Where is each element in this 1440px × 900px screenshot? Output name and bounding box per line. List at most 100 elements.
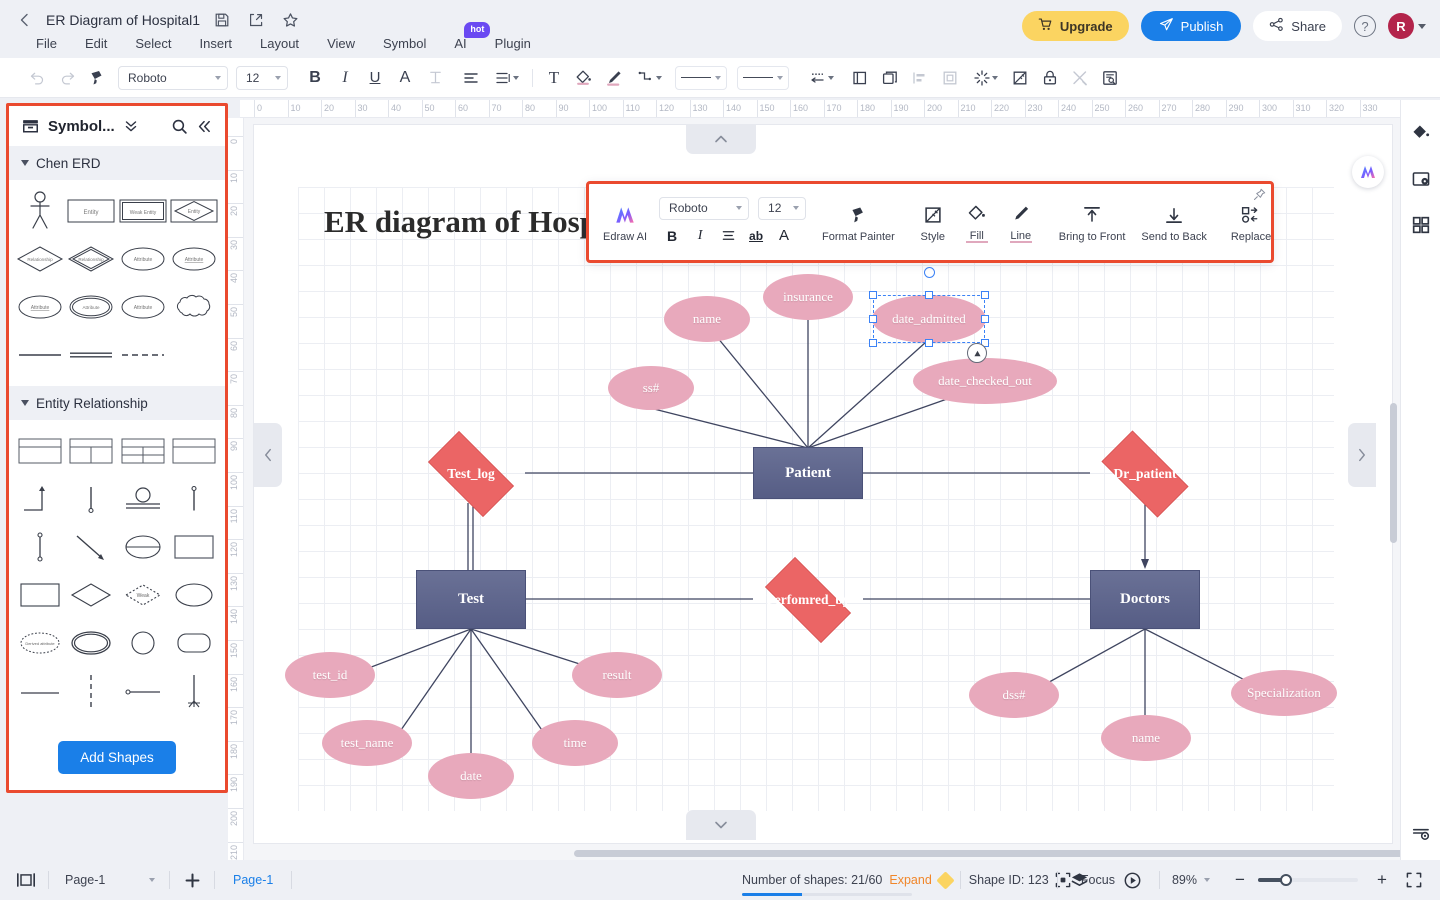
relationship-perfomred-by[interactable]: Perfomred_by	[752, 557, 864, 643]
menu-item-ai[interactable]: AI hot	[440, 22, 491, 54]
menu-item-layout[interactable]: Layout	[246, 33, 313, 54]
attribute-name-doctors[interactable]: name	[1101, 715, 1191, 761]
theme-icon[interactable]	[1005, 64, 1035, 92]
align-left-icon[interactable]	[456, 64, 486, 92]
shape-plain-line[interactable]	[15, 668, 65, 714]
align-objects-icon[interactable]	[905, 64, 935, 92]
present-play-icon[interactable]	[1119, 868, 1147, 892]
attribute-specialization[interactable]: Specialization	[1231, 670, 1337, 716]
line-spacing-icon[interactable]	[486, 64, 526, 92]
duplicate-icon[interactable]	[875, 64, 905, 92]
connector-icon[interactable]	[629, 64, 669, 92]
attribute-dss-number[interactable]: dss#	[969, 672, 1059, 718]
export-icon[interactable]	[244, 8, 268, 32]
back-chevron-icon[interactable]	[14, 9, 36, 31]
line-button[interactable]: Line	[999, 188, 1043, 256]
entity-doctors[interactable]: Doctors	[1090, 570, 1200, 629]
underline-button[interactable]: U	[360, 64, 390, 92]
search-icon[interactable]	[171, 118, 188, 135]
document-title[interactable]: ER Diagram of Hospital1	[46, 12, 200, 28]
publish-button[interactable]: Publish	[1140, 11, 1242, 41]
canvas-nav-left[interactable]	[254, 423, 282, 487]
shape-table-split[interactable]	[67, 428, 117, 474]
canvas-nav-right[interactable]	[1348, 423, 1376, 487]
attribute-name-patient[interactable]: name	[664, 296, 750, 342]
add-shapes-button[interactable]: Add Shapes	[58, 741, 176, 774]
selection-handle-n[interactable]	[925, 291, 933, 299]
section-chen-erd[interactable]: Chen ERD	[9, 146, 225, 180]
shape-multivalued-attribute-ellipse[interactable]: Attribute	[67, 284, 117, 330]
shape-circle[interactable]	[118, 620, 168, 666]
selection-handle-sw[interactable]	[869, 339, 877, 347]
horizontal-scrollbar[interactable]	[574, 850, 1400, 857]
shape-crowsfoot-line[interactable]	[170, 668, 220, 714]
menu-item-symbol[interactable]: Symbol	[369, 33, 440, 54]
shape-line-circle-top[interactable]	[170, 476, 220, 522]
shape-line-circle-end[interactable]	[67, 476, 117, 522]
attribute-result[interactable]: result	[572, 652, 662, 698]
canvas-nav-down[interactable]	[686, 810, 756, 840]
italic-button[interactable]: I	[330, 64, 360, 92]
star-icon[interactable]	[278, 8, 302, 32]
effects-icon[interactable]	[965, 64, 1005, 92]
attribute-ss-number[interactable]: ss#	[608, 366, 694, 410]
shape-action-button[interactable]	[967, 343, 987, 363]
shape-entity-rect[interactable]: Entity	[67, 188, 117, 234]
shape-weak-entity-rect[interactable]: Weak Entity	[118, 188, 168, 234]
attribute-test-name[interactable]: test_name	[322, 720, 412, 766]
lock-icon[interactable]	[1035, 64, 1065, 92]
shape-circle-over-line[interactable]	[118, 476, 168, 522]
fill-bucket-icon[interactable]	[1406, 118, 1436, 148]
zoom-slider-knob[interactable]	[1280, 874, 1292, 886]
floating-strikethrough-button[interactable]: ab	[743, 224, 769, 248]
shape-dashed-vertical[interactable]	[67, 668, 117, 714]
floating-bold-button[interactable]: B	[659, 224, 685, 248]
shape-actor-person[interactable]	[15, 188, 65, 234]
font-size-select[interactable]: 12	[236, 65, 288, 90]
entity-patient[interactable]: Patient	[753, 447, 863, 499]
page-select[interactable]: Page-1	[57, 873, 161, 887]
bring-to-front-button[interactable]: Bring to Front	[1051, 188, 1134, 256]
double-chevron-left-icon[interactable]	[196, 118, 213, 135]
shape-double-ellipse[interactable]	[67, 620, 117, 666]
floating-italic-button[interactable]: I	[687, 224, 713, 248]
shape-key-attribute-ellipse[interactable]: Attribute	[170, 236, 220, 282]
horizontal-ruler[interactable]: 0 10 20 30 40 50 60 70 80 90 100 110 120 130 140 150 160…	[240, 100, 1400, 118]
floating-font-size-select[interactable]: 12	[758, 196, 807, 220]
strikethrough-icon[interactable]	[420, 64, 450, 92]
menu-item-insert[interactable]: Insert	[186, 33, 247, 54]
zoom-level-select[interactable]: 89%	[1172, 873, 1210, 887]
font-color-button[interactable]: A	[390, 64, 420, 92]
shape-entity-in-diamond[interactable]: Entity	[170, 188, 220, 234]
shape-relationship-diamond[interactable]: Relationship	[15, 236, 65, 282]
group-icon[interactable]	[845, 64, 875, 92]
floating-align-icon[interactable]	[715, 224, 741, 248]
shape-diamond[interactable]	[67, 572, 117, 618]
shape-rounded-rect[interactable]	[170, 620, 220, 666]
send-to-back-button[interactable]: Send to Back	[1133, 188, 1214, 256]
floating-font-color-button[interactable]: A	[771, 224, 797, 248]
add-page-button[interactable]	[178, 868, 206, 892]
shape-diagonal-arrow[interactable]	[67, 524, 117, 570]
shape-derived-attribute-dotted[interactable]: Derived attribute	[15, 620, 65, 666]
shape-rectangle-outline[interactable]	[170, 524, 220, 570]
menu-item-edit[interactable]: Edit	[71, 33, 121, 54]
relationship-dr-patient[interactable]: Dr_patient	[1089, 430, 1201, 518]
format-painter-icon[interactable]	[82, 64, 112, 92]
shape-underlined-attribute-ellipse[interactable]: Attribute	[15, 284, 65, 330]
fill-bucket-icon[interactable]	[569, 64, 599, 92]
font-family-select[interactable]: Roboto	[118, 65, 228, 90]
fill-button[interactable]: Fill	[955, 188, 999, 256]
style-button[interactable]: Style	[911, 188, 955, 256]
line-style-dropdown[interactable]	[675, 65, 727, 90]
arrow-style-dropdown[interactable]	[799, 64, 841, 92]
attribute-time[interactable]: time	[532, 720, 618, 766]
expand-link[interactable]: Expand	[889, 873, 931, 887]
save-icon[interactable]	[210, 8, 234, 32]
redo-icon[interactable]	[52, 64, 82, 92]
shape-ellipse-divided[interactable]	[118, 524, 168, 570]
attribute-insurance[interactable]: insurance	[763, 274, 853, 320]
menu-item-file[interactable]: File	[22, 33, 71, 54]
tools-icon[interactable]	[1065, 64, 1095, 92]
zoom-slider-track[interactable]	[1258, 874, 1358, 886]
